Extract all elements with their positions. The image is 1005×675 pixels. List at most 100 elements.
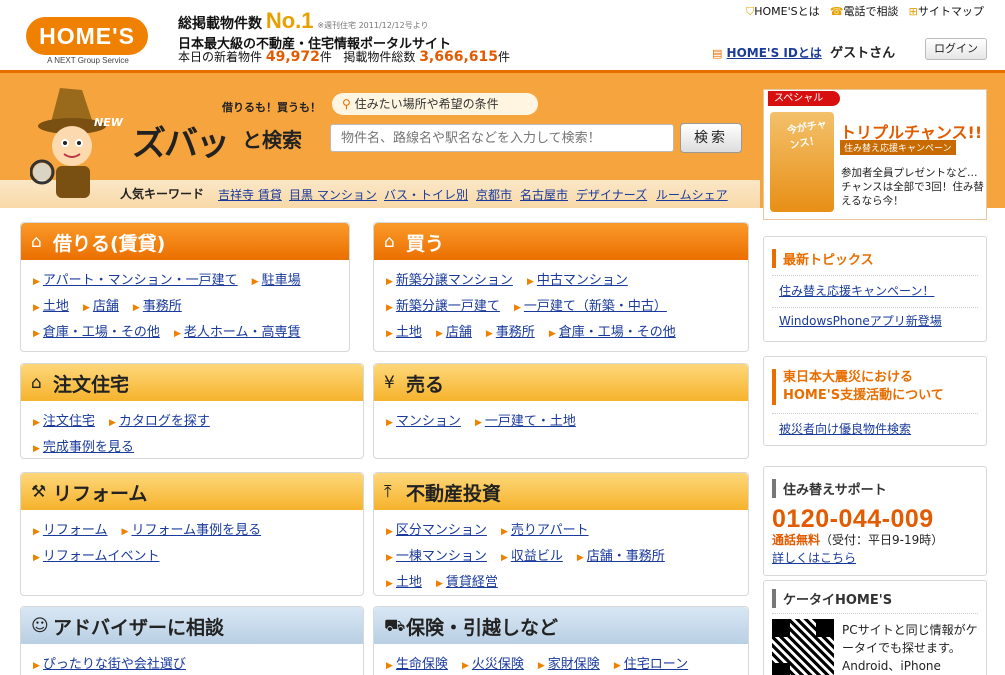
category-link[interactable]: ▶ 事務所 [486, 325, 535, 340]
category-link[interactable]: ▶ 駐車場 [252, 273, 301, 288]
category-link[interactable]: ▶ 火災保険 [462, 657, 524, 672]
order-card-header[interactable]: ⌂ 注文住宅 [21, 364, 363, 401]
category-link[interactable]: ▶ 賃貸経営 [436, 575, 498, 590]
keyword-link[interactable]: 名古屋市 [520, 186, 568, 203]
category-link[interactable]: ▶ 店舗 [83, 299, 119, 314]
category-link[interactable]: ▶ 中古マンション [527, 273, 628, 288]
arrow-icon: ▶ [526, 277, 534, 287]
category-link[interactable]: ▶ 一棟マンション [386, 549, 487, 564]
category-link-label: 住宅ローン [623, 657, 689, 672]
keyword-link[interactable]: 吉祥寺 賃貸 [218, 186, 282, 203]
sell-card-header[interactable]: ¥ 売る [374, 364, 748, 401]
reform-card-header[interactable]: ⚒ リフォーム [21, 473, 363, 510]
guest-label: ゲストさん [830, 46, 896, 61]
evacuee-properties-link[interactable]: 被災者向け優良物件検索 [779, 420, 911, 437]
category-link-label: リフォーム事例を見る [131, 523, 262, 538]
link-row: ▶ 土地 ▶ 賃貸経営 [386, 570, 748, 596]
about-link[interactable]: HOME'Sとは [754, 5, 819, 18]
category-link[interactable]: ▶ 店舗 [436, 325, 472, 340]
buy-card-header[interactable]: ⌂ 買う [374, 223, 748, 260]
support-title: 住み替えサポート [772, 479, 887, 498]
category-link[interactable]: ▶ 事務所 [133, 299, 182, 314]
category-link[interactable]: ▶ 店舗・事務所 [577, 549, 665, 564]
category-link[interactable]: ▶ 土地 [33, 299, 69, 314]
campaign-mascot-image: 今がチャンス！ [770, 112, 834, 212]
arrow-icon: ▶ [132, 303, 140, 313]
arrow-icon: ▶ [386, 277, 393, 287]
category-link[interactable]: ▶ 住宅ローン [614, 657, 688, 672]
category-link[interactable]: ▶ カタログを探す [109, 414, 210, 429]
category-link[interactable]: ▶ 売りアパート [501, 523, 589, 538]
phone-consult-link[interactable]: 電話で相談 [843, 5, 898, 18]
arrow-icon: ▶ [613, 661, 621, 671]
sitemap-link[interactable]: サイトマップ [918, 5, 984, 18]
arrow-icon: ▶ [500, 553, 508, 563]
rent-card-title: 借りる(賃貸) [53, 233, 166, 255]
category-link[interactable]: ▶ 注文住宅 [33, 414, 95, 429]
category-link[interactable]: ▶ 一戸建て・土地 [475, 414, 576, 429]
category-link[interactable]: ▶ 収益ビル [501, 549, 563, 564]
keywords-label: 人気キーワード [120, 187, 205, 201]
category-link[interactable]: ▶ 新築分譲マンション [386, 273, 513, 288]
arrow-icon: ▶ [548, 329, 556, 339]
arrow-icon: ▶ [33, 329, 40, 339]
category-link[interactable]: ▶ 新築分譲一戸建て [386, 299, 500, 314]
category-link-label: 区分マンション [395, 523, 487, 538]
category-link[interactable]: ▶ 完成事例を見る [33, 440, 134, 455]
link-row: ▶ 新築分譲マンション ▶ 中古マンション [386, 268, 748, 294]
support-hours: 通話無料（受付：平日9-19時） [772, 533, 944, 547]
rent-card-header[interactable]: ⌂ 借りる(賃貸) [21, 223, 349, 260]
details-link[interactable]: 詳しくはこちら [772, 549, 856, 566]
tagline: 総掲載物件数 No.1 ※週刊住宅 2011/12/12号より [178, 8, 429, 33]
topic-link[interactable]: 住み替え応援キャンペーン！ [779, 282, 934, 299]
category-link[interactable]: ▶ 土地 [386, 325, 422, 340]
category-link[interactable]: ▶ リフォーム事例を見る [122, 523, 262, 538]
house-key-icon: ⌂ [31, 232, 42, 252]
shield-icon: ⛉ [746, 5, 755, 18]
category-link[interactable]: ▶ リフォーム [33, 523, 108, 538]
keyword-link[interactable]: 京都市 [476, 186, 512, 203]
keyword-link[interactable]: 目黒 マンション [289, 186, 377, 203]
advisor-card-title: アドバイザーに相談 [53, 617, 225, 639]
arrow-icon: ▶ [251, 277, 259, 287]
qr-code [772, 619, 834, 675]
condition-search-chip[interactable]: ⚲ 住みたい場所や希望の条件 [332, 93, 538, 115]
insurance-card-header[interactable]: ⛟ 保険・引越しなど [374, 607, 748, 644]
arrow-icon: ▶ [33, 277, 40, 287]
advisor-card-header[interactable]: ☺ アドバイザーに相談 [21, 607, 363, 644]
phone-number[interactable]: 0120-044-009 [772, 505, 934, 534]
mascot-illustration [30, 88, 106, 198]
arrow-icon: ▶ [474, 418, 482, 428]
category-link[interactable]: ▶ 生命保険 [386, 657, 448, 672]
invest-card-header[interactable]: ⤒ 不動産投資 [374, 473, 748, 510]
category-link-label: カタログを探す [118, 414, 210, 429]
category-link[interactable]: ▶ アパート・マンション・一戸建て [33, 273, 238, 288]
category-link[interactable]: ▶ マンション [386, 414, 461, 429]
brand-logo-suffix: と検索 [242, 128, 302, 152]
topics-box: 最新トピックス 住み替え応援キャンペーン！ WindowsPhoneアプリ新登場 [763, 236, 987, 342]
keyword-link[interactable]: デザイナーズ [576, 186, 647, 203]
search-button[interactable]: 検索 [680, 123, 742, 153]
category-link-label: 新築分譲マンション [395, 273, 513, 288]
growth-chart-icon: ⤒ [384, 482, 392, 502]
category-link[interactable]: ▶ 区分マンション [386, 523, 487, 538]
keyword-link[interactable]: バス・トイレ別 [384, 186, 468, 203]
category-link-label: 一棟マンション [395, 549, 487, 564]
sell-card-title: 売る [406, 374, 445, 396]
category-link[interactable]: ▶ 老人ホーム・高専賃 [174, 325, 301, 340]
category-link[interactable]: ▶ 土地 [386, 575, 422, 590]
category-link[interactable]: ▶ リフォームイベント [33, 549, 160, 564]
search-input[interactable] [330, 124, 674, 152]
category-link[interactable]: ▶ 倉庫・工場・その他 [549, 325, 676, 340]
category-link[interactable]: ▶ 倉庫・工場・その他 [33, 325, 160, 340]
keyword-link[interactable]: ルームシェア [656, 186, 728, 203]
category-link[interactable]: ▶ ぴったりな街や会社選び [33, 657, 186, 672]
homes-id-link[interactable]: HOME'S IDとは [727, 46, 822, 60]
category-link[interactable]: ▶ 一戸建て（新築・中古） [514, 299, 667, 314]
category-link[interactable]: ▶ 家財保険 [538, 657, 600, 672]
login-button[interactable]: ログイン [925, 38, 987, 60]
order-card-title: 注文住宅 [53, 374, 130, 396]
topic-link[interactable]: WindowsPhoneアプリ新登場 [779, 312, 942, 329]
category-link-label: 倉庫・工場・その他 [42, 325, 160, 340]
homes-logo[interactable]: HOME'S [26, 17, 148, 55]
